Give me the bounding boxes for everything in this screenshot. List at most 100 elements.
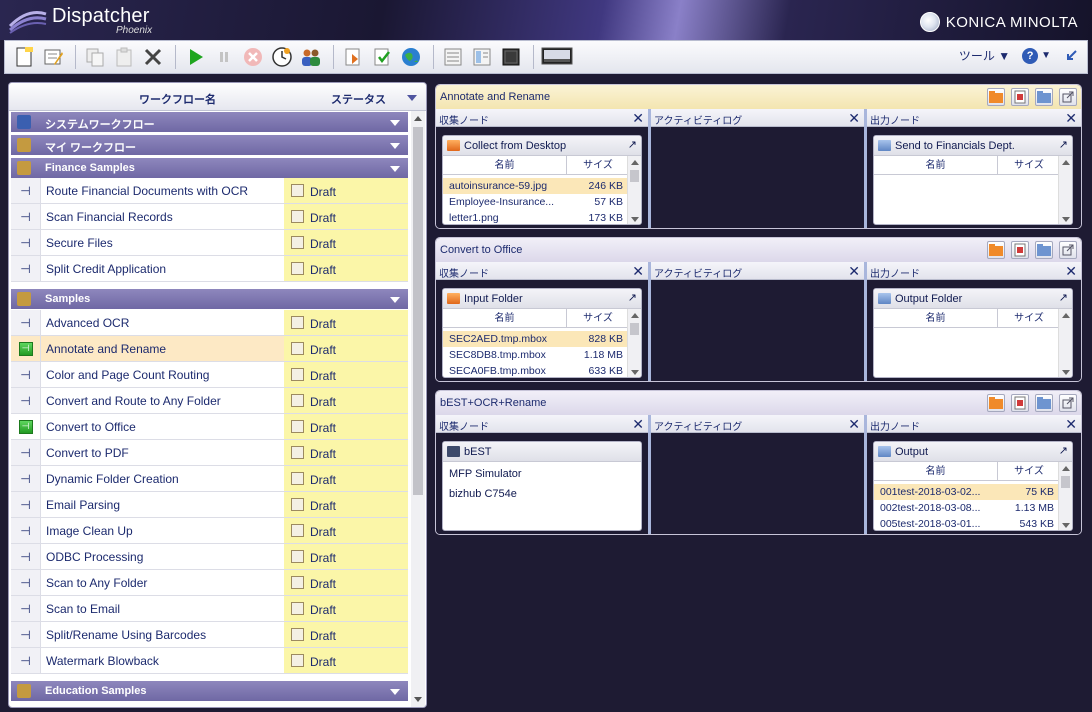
workflow-row[interactable]: ⊣ Scan Financial Records Draft [11,204,408,230]
workflow-row[interactable]: ⊣ Convert and Route to Any Folder Draft [11,388,408,414]
pin-icon[interactable]: ⊣ [11,362,41,387]
col-size[interactable]: サイズ [998,156,1060,175]
pin-icon[interactable]: ⊣ [11,310,41,335]
pin-icon[interactable]: ⊣ [11,544,41,569]
delete-button[interactable] [140,44,166,70]
pin-icon[interactable]: ⊣ [11,596,41,621]
log-button[interactable] [1011,394,1029,412]
list-view-button[interactable] [440,44,466,70]
col-name[interactable]: 名前 [443,309,567,328]
pane-divider[interactable] [864,415,867,534]
scroll-down-icon[interactable] [414,697,422,702]
collapse-arrow-icon[interactable] [390,143,400,149]
close-icon[interactable]: ✕ [848,110,860,127]
open-folder-button[interactable] [987,88,1005,106]
file-list-scrollbar[interactable] [627,309,641,377]
scrollbar-thumb[interactable] [1061,476,1070,488]
node-card[interactable]: Output ↗ 名前 サイズ 001test-2018-03-02... 75 KB 00… [873,441,1073,531]
popout-button[interactable] [1059,394,1077,412]
node-card[interactable]: Input Folder ↗ 名前 サイズ SEC2AED.tmp.mbox 828 KB… [442,288,642,378]
close-icon[interactable]: ✕ [632,110,644,127]
file-row[interactable]: 001test-2018-03-02... 75 KB [874,484,1060,500]
pin-icon[interactable]: ⊣ [11,648,41,673]
file-row[interactable]: 002test-2018-03-08... 1.13 MB [874,500,1060,516]
pause-button[interactable] [211,44,237,70]
import-button[interactable] [340,44,366,70]
pin-icon[interactable]: ⊣ [11,440,41,465]
scroll-down-icon[interactable] [631,217,639,222]
run-button[interactable] [182,44,208,70]
workflow-row[interactable]: ⊣ Watermark Blowback Draft [11,648,408,674]
pane-divider[interactable] [648,109,651,228]
col-name[interactable]: 名前 [443,156,567,175]
col-size[interactable]: サイズ [998,462,1060,481]
collapse-arrow-icon[interactable] [390,120,400,126]
workflow-row[interactable]: ⊣ Secure Files Draft [11,230,408,256]
node-card[interactable]: Send to Financials Dept. ↗ 名前 サイズ [873,135,1073,225]
scroll-up-icon[interactable] [414,116,422,121]
col-size[interactable]: サイズ [567,309,629,328]
node-card[interactable]: Output Folder ↗ 名前 サイズ [873,288,1073,378]
pane-divider[interactable] [648,415,651,534]
scrollbar-thumb[interactable] [413,127,423,495]
tools-menu[interactable]: ツール ▼ [959,47,1010,64]
pin-icon[interactable]: ⊣ [11,492,41,517]
scroll-down-icon[interactable] [1062,217,1070,222]
workflow-row[interactable]: ⊣ Color and Page Count Routing Draft [11,362,408,388]
pin-icon[interactable]: ⊣ [11,178,41,203]
workflow-row[interactable]: ⊣ Image Clean Up Draft [11,518,408,544]
close-icon[interactable]: ✕ [848,416,860,433]
workflow-row[interactable]: ⊣ Route Financial Documents with OCR Draft [11,178,408,204]
pin-icon[interactable]: ⊣ [11,570,41,595]
popout-button[interactable] [1059,88,1077,106]
workflow-list-scrollbar[interactable] [411,111,425,707]
col-size[interactable]: サイズ [567,156,629,175]
popout-button[interactable] [1059,241,1077,259]
group-header-samples[interactable]: Samples [11,289,408,309]
workflow-row[interactable]: ⊣ Advanced OCR Draft [11,310,408,336]
output-folder-button[interactable] [1035,394,1053,412]
file-row[interactable]: letter1.png 173 KB [443,210,629,224]
edit-workflow-button[interactable] [40,44,66,70]
col-name[interactable]: 名前 [874,309,998,328]
file-row[interactable]: autoinsurance-59.jpg 246 KB [443,178,629,194]
collapse-arrow-icon[interactable] [390,297,400,303]
pin-icon[interactable]: ⊣ [11,256,41,281]
collapse-arrow-icon[interactable] [390,166,400,172]
workflow-row[interactable]: ⊣ Annotate and Rename Draft [11,336,408,362]
group-header-my[interactable]: マイ ワークフロー [11,135,408,155]
scroll-down-icon[interactable] [1062,523,1070,528]
pin-icon[interactable]: ⊣ [11,204,41,229]
file-row[interactable]: SEC8DB8.tmp.mbox 1.18 MB [443,347,629,363]
close-icon[interactable]: ✕ [848,263,860,280]
split-view-button[interactable] [469,44,495,70]
export-button[interactable] [369,44,395,70]
scroll-up-icon[interactable] [1062,160,1070,165]
users-button[interactable] [298,44,324,70]
pin-icon[interactable]: ⊣ [11,466,41,491]
log-button[interactable] [1011,88,1029,106]
monitor-view-button[interactable] [498,44,524,70]
open-folder-button[interactable] [987,394,1005,412]
schedule-button[interactable] [269,44,295,70]
group-header-education[interactable]: Education Samples [11,681,408,701]
close-icon[interactable]: ✕ [1065,110,1077,127]
minimize-arrow-icon[interactable] [1063,48,1079,64]
file-list-scrollbar[interactable] [1058,156,1072,224]
node-card[interactable]: bEST MFP Simulator bizhub C754e [442,441,642,531]
workflow-row[interactable]: ⊣ Convert to Office Draft [11,414,408,440]
scrollbar-thumb[interactable] [630,323,639,335]
file-row[interactable]: 005test-2018-03-01... 543 KB [874,516,1060,530]
scroll-down-icon[interactable] [631,370,639,375]
scroll-up-icon[interactable] [1062,313,1070,318]
workflow-row[interactable]: ⊣ Dynamic Folder Creation Draft [11,466,408,492]
node-card[interactable]: Collect from Desktop ↗ 名前 サイズ autoinsurance-… [442,135,642,225]
pin-icon[interactable]: ⊣ [11,518,41,543]
file-row[interactable]: SECA0FB.tmp.mbox 633 KB [443,363,629,377]
header-dropdown-icon[interactable] [407,95,417,101]
col-name[interactable]: 名前 [874,156,998,175]
close-icon[interactable]: ✕ [632,416,644,433]
copy-button[interactable] [82,44,108,70]
workflow-row[interactable]: ⊣ Email Parsing Draft [11,492,408,518]
file-list-scrollbar[interactable] [1058,309,1072,377]
